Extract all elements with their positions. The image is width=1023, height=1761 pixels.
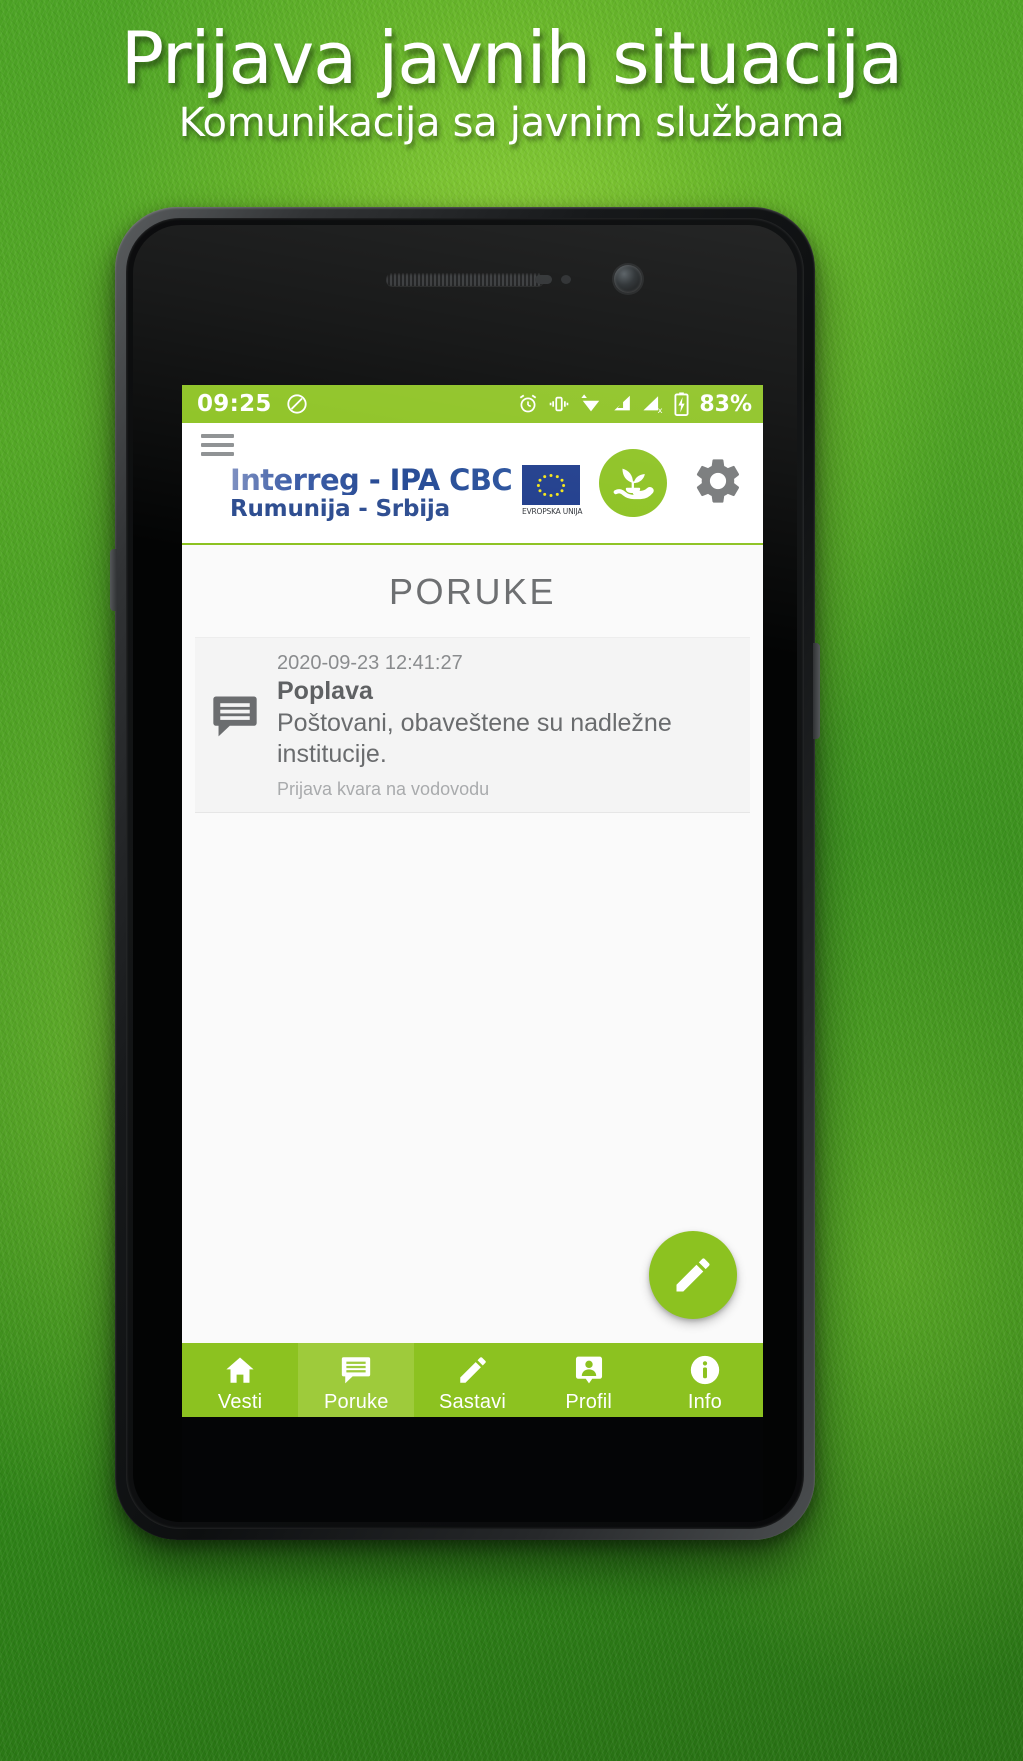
- phone-glass: 09:25 x 83% Interreg - IPA CBC Rumunija …: [133, 225, 797, 1522]
- app-screen: 09:25 x 83% Interreg - IPA CBC Rumunija …: [182, 385, 763, 1417]
- nav-item-vesti[interactable]: Vesti: [182, 1343, 298, 1417]
- nav-item-info[interactable]: Info: [647, 1343, 763, 1417]
- eu-flag-label: EVROPSKA UNIJA: [522, 506, 583, 516]
- eu-flag-icon: [522, 464, 581, 505]
- battery-percentage: 83%: [699, 391, 752, 417]
- signal-off-icon: x: [643, 396, 663, 415]
- gear-icon[interactable]: [691, 454, 745, 513]
- message-title: Poplava: [277, 677, 373, 705]
- status-bar: 09:25 x 83%: [182, 385, 763, 423]
- promo-text-block: Prijava javnih situacija Komunikacija sa…: [0, 0, 1023, 145]
- message-icon: [209, 652, 261, 800]
- status-time: 09:25: [197, 391, 272, 417]
- brand-line-2: Rumunija - Srbija: [230, 495, 450, 522]
- earpiece-speaker: [386, 273, 544, 286]
- proximity-sensor-icon: [534, 275, 552, 284]
- do-not-disturb-icon: [287, 394, 307, 414]
- signal-icon: [614, 395, 631, 411]
- alarm-icon: [520, 394, 537, 413]
- nav-label-poruke: Poruke: [324, 1390, 389, 1413]
- brand-text: Interreg - IPA CBC Rumunija - Srbija: [230, 462, 513, 522]
- nav-label-profil: Profil: [565, 1390, 613, 1413]
- plant-in-hand-icon[interactable]: [599, 449, 667, 517]
- screen-chin: [182, 1417, 763, 1522]
- promo-subtitle: Komunikacija sa javnim službama: [178, 100, 845, 147]
- nav-label-sastavi: Sastavi: [439, 1390, 506, 1413]
- eu-flag-block: EVROPSKA UNIJA: [522, 464, 583, 516]
- message-list-item[interactable]: 2020-09-23 12:41:27 Poplava Poštovani, o…: [195, 637, 750, 813]
- battery-charging-icon: [674, 392, 689, 416]
- app-header: Interreg - IPA CBC Rumunija - Srbija EVR…: [182, 423, 763, 545]
- message-body: 2020-09-23 12:41:27 Poplava Poštovani, o…: [277, 652, 736, 800]
- light-sensor-icon: [560, 275, 571, 284]
- promo-title: Prijava javnih situacija: [120, 16, 904, 100]
- message-icon: [342, 1356, 371, 1383]
- brand-logo: Interreg - IPA CBC Rumunija - Srbija EVR…: [230, 462, 583, 522]
- home-icon: [226, 1357, 254, 1383]
- phone-volume-button[interactable]: [110, 549, 117, 611]
- info-icon: [690, 1355, 720, 1384]
- nav-label-info: Info: [687, 1390, 722, 1413]
- nav-item-profil[interactable]: Profil: [531, 1343, 647, 1417]
- status-right-icons: x 83%: [517, 392, 752, 417]
- message-text: Poštovani, obaveštene su nadležne instit…: [277, 709, 672, 768]
- nav-item-poruke[interactable]: Poruke: [298, 1343, 415, 1417]
- message-date: 2020-09-23 12:41:27: [277, 652, 463, 674]
- person-icon: [575, 1356, 602, 1383]
- nav-label-vesti: Vesti: [217, 1390, 263, 1413]
- page-title: PORUKE: [388, 571, 557, 612]
- svg-text:x: x: [658, 405, 663, 415]
- phone-mockup: 09:25 x 83% Interreg - IPA CBC Rumunija …: [110, 207, 820, 1540]
- message-subject: Prijava kvara na vodovodu: [277, 779, 490, 799]
- vibrate-icon: [550, 396, 569, 412]
- front-camera-icon: [614, 265, 643, 293]
- phone-power-button[interactable]: [813, 643, 820, 739]
- messages-content: PORUKE 2020-09-23 12:41:27 Poplava Pošto…: [182, 545, 763, 1343]
- pencil-icon: [676, 1258, 710, 1292]
- nav-item-sastavi[interactable]: Sastavi: [414, 1343, 530, 1417]
- bottom-navigation: Vesti Poruke Sastavi Profil Info: [182, 1343, 763, 1417]
- wifi-icon: [581, 394, 600, 412]
- status-left-icons: [286, 393, 308, 415]
- compose-fab-button[interactable]: [649, 1231, 737, 1319]
- brand-line-1: Interreg - IPA CBC: [230, 462, 513, 497]
- hamburger-menu-icon[interactable]: [201, 434, 234, 461]
- pencil-icon: [459, 1356, 486, 1383]
